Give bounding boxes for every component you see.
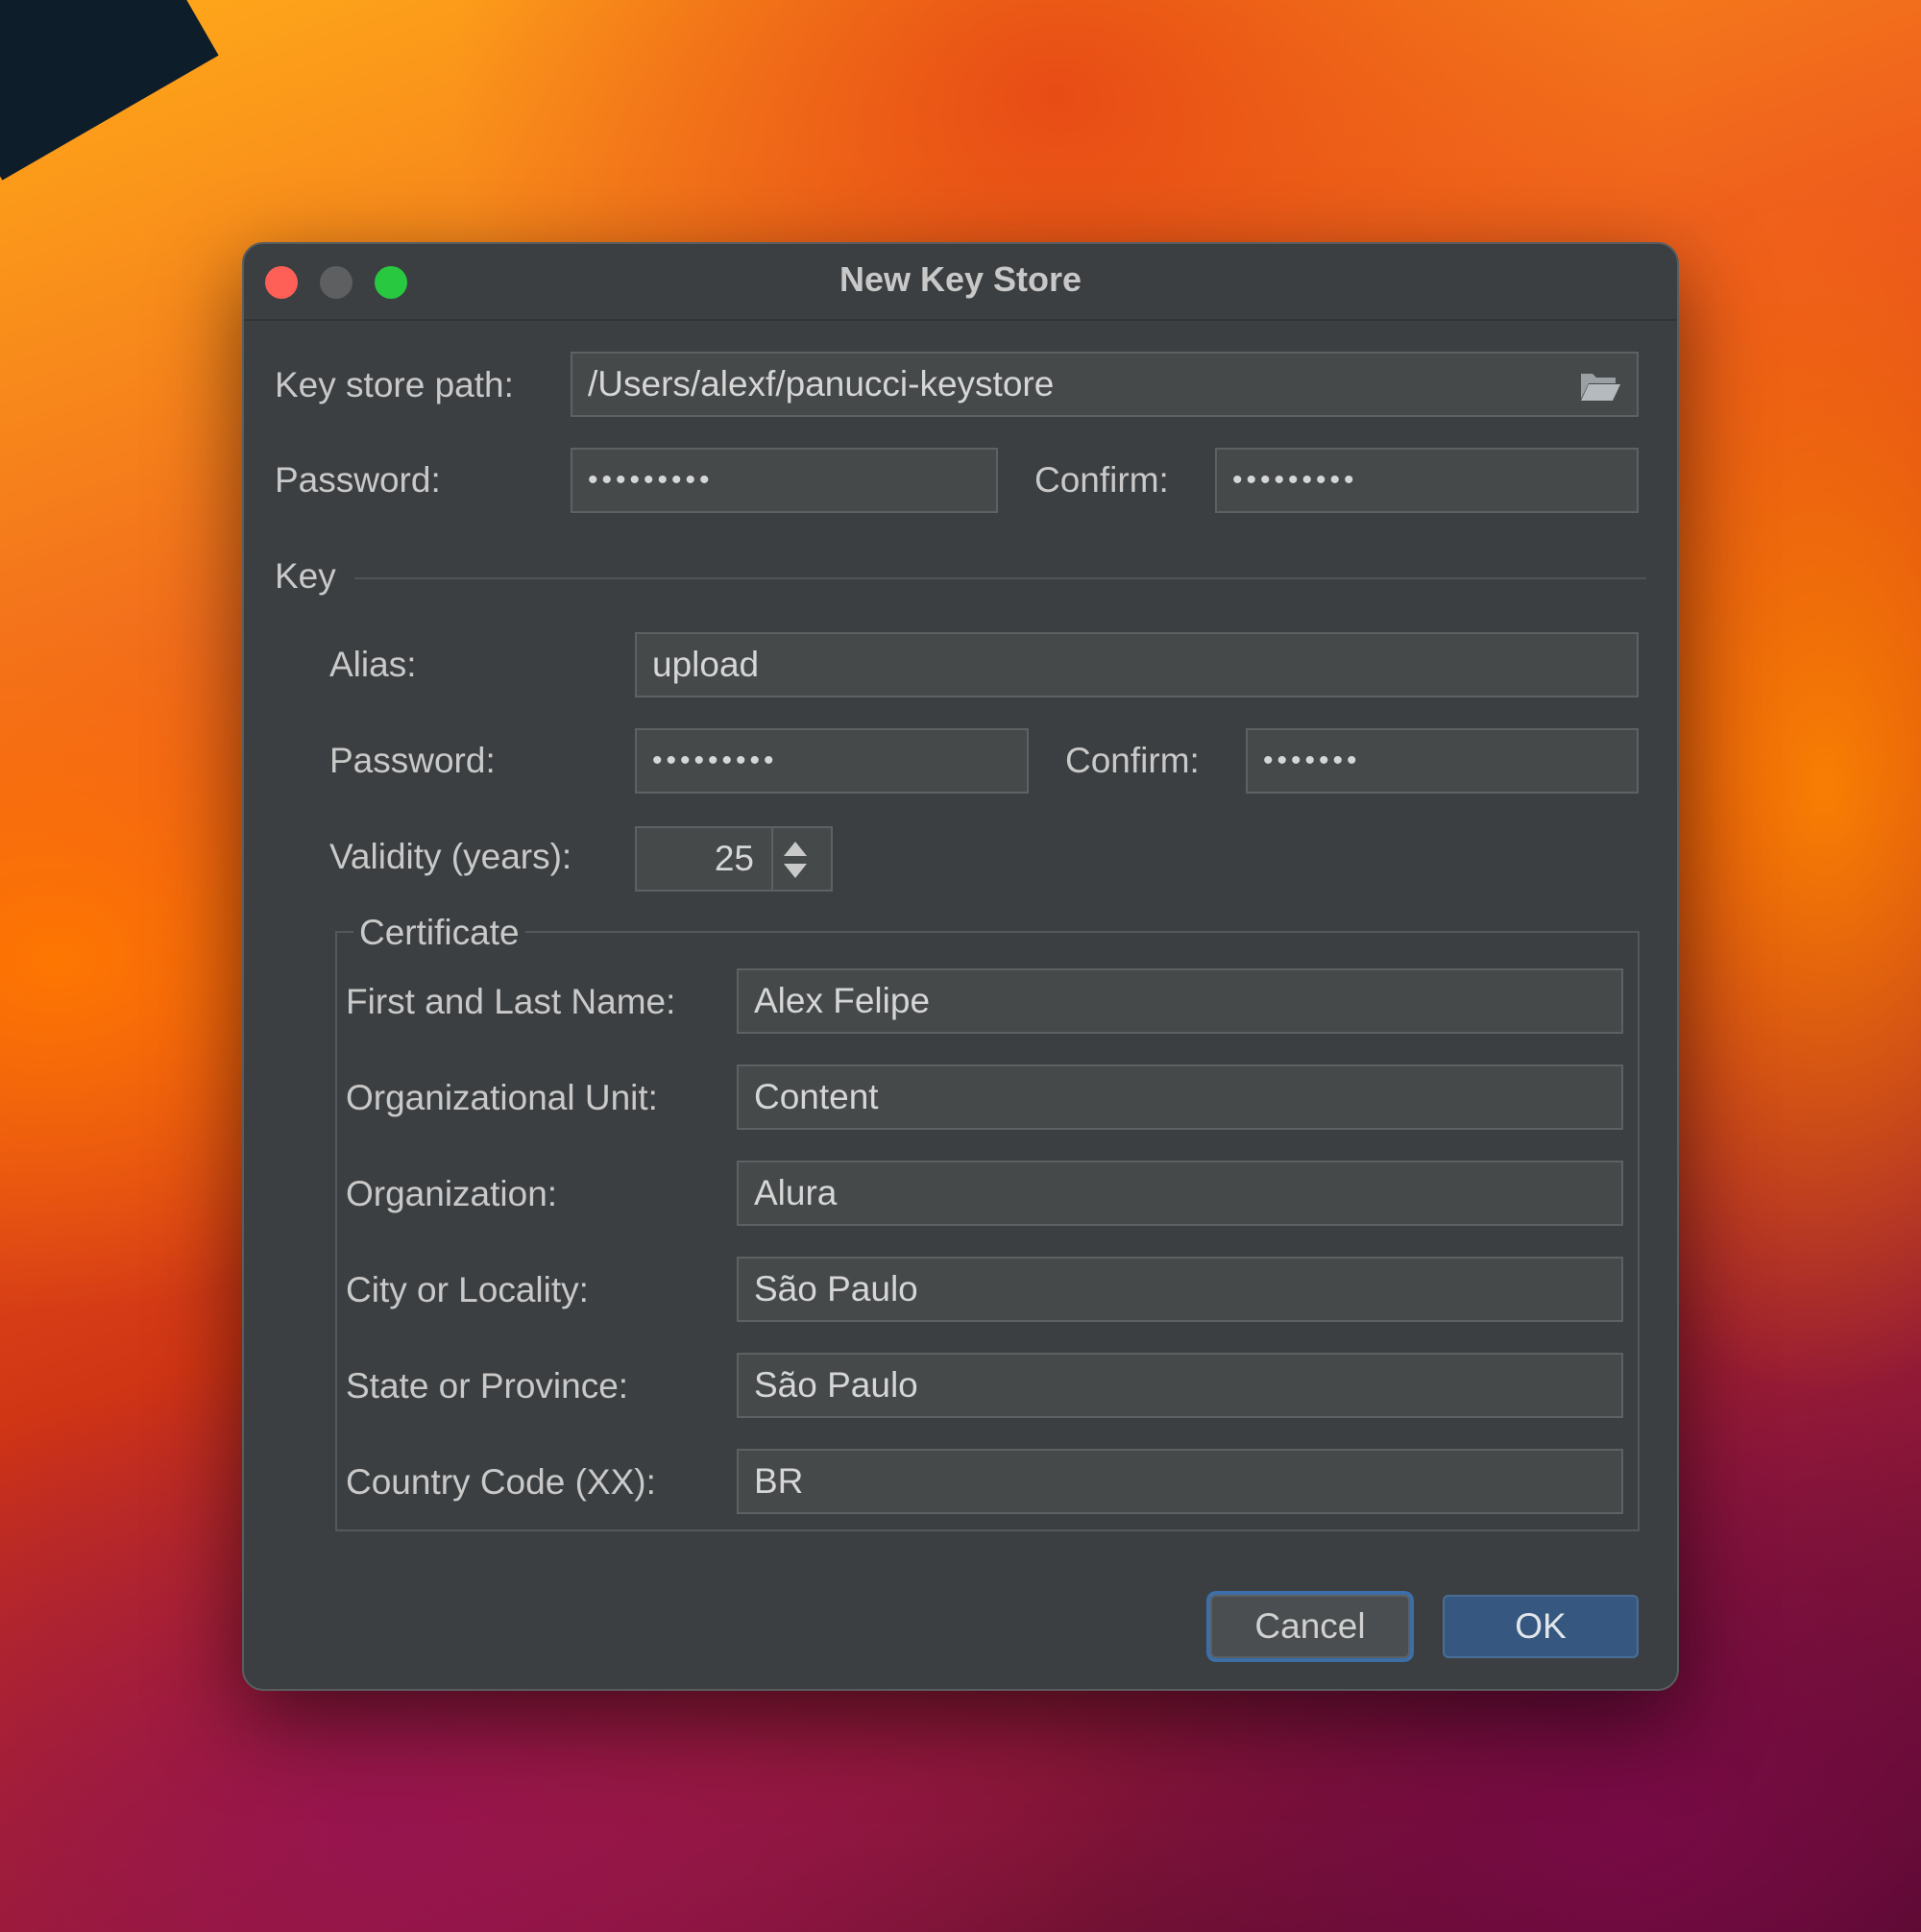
key-section-separator xyxy=(354,577,1646,579)
state-province-label: State or Province: xyxy=(346,1366,629,1406)
key-confirm-label: Confirm: xyxy=(1065,741,1200,780)
folder-open-icon[interactable] xyxy=(1579,370,1621,403)
first-last-name-field[interactable]: Alex Felipe xyxy=(737,968,1623,1034)
keystore-confirm-field[interactable]: ••••••••• xyxy=(1215,448,1639,513)
window-title: New Key Store xyxy=(839,259,1082,299)
city-locality-field[interactable]: São Paulo xyxy=(737,1257,1623,1322)
organization-label: Organization: xyxy=(346,1174,558,1213)
keystore-password-label: Password: xyxy=(275,460,441,500)
state-province-field[interactable]: São Paulo xyxy=(737,1353,1623,1418)
key-section-label: Key xyxy=(275,556,336,596)
organizational-unit-field[interactable]: Content xyxy=(737,1064,1623,1130)
key-confirm-field[interactable]: ••••••• xyxy=(1246,728,1639,794)
organization-field[interactable]: Alura xyxy=(737,1161,1623,1226)
keystore-path-field[interactable]: /Users/alexf/panucci-keystore xyxy=(571,352,1639,417)
spinner-divider xyxy=(771,828,773,890)
organizational-unit-label: Organizational Unit: xyxy=(346,1078,658,1117)
key-password-label: Password: xyxy=(329,741,496,780)
country-code-label: Country Code (XX): xyxy=(346,1462,656,1502)
ok-button[interactable]: OK xyxy=(1443,1595,1639,1658)
validity-label: Validity (years): xyxy=(329,837,572,876)
keystore-path-label: Key store path: xyxy=(275,365,514,404)
keystore-confirm-label: Confirm: xyxy=(1034,460,1169,500)
wallpaper-corner xyxy=(0,0,219,181)
validity-spinner[interactable]: 25 xyxy=(635,826,833,892)
key-password-field[interactable]: ••••••••• xyxy=(635,728,1029,794)
keystore-path-value: /Users/alexf/panucci-keystore xyxy=(588,364,1055,404)
new-key-store-dialog: New Key Store Key store path: /Users/ale… xyxy=(242,242,1679,1691)
spinner-arrows-icon[interactable] xyxy=(781,840,810,880)
first-last-name-label: First and Last Name: xyxy=(346,982,676,1021)
cancel-button[interactable]: Cancel xyxy=(1210,1595,1410,1658)
alias-field[interactable]: upload xyxy=(635,632,1639,697)
alias-label: Alias: xyxy=(329,645,417,684)
keystore-password-field[interactable]: ••••••••• xyxy=(571,448,998,513)
country-code-field[interactable]: BR xyxy=(737,1449,1623,1514)
validity-value: 25 xyxy=(714,839,754,878)
certificate-group-label: Certificate xyxy=(353,913,525,953)
city-locality-label: City or Locality: xyxy=(346,1270,589,1309)
title-bar[interactable]: New Key Store xyxy=(244,244,1677,321)
